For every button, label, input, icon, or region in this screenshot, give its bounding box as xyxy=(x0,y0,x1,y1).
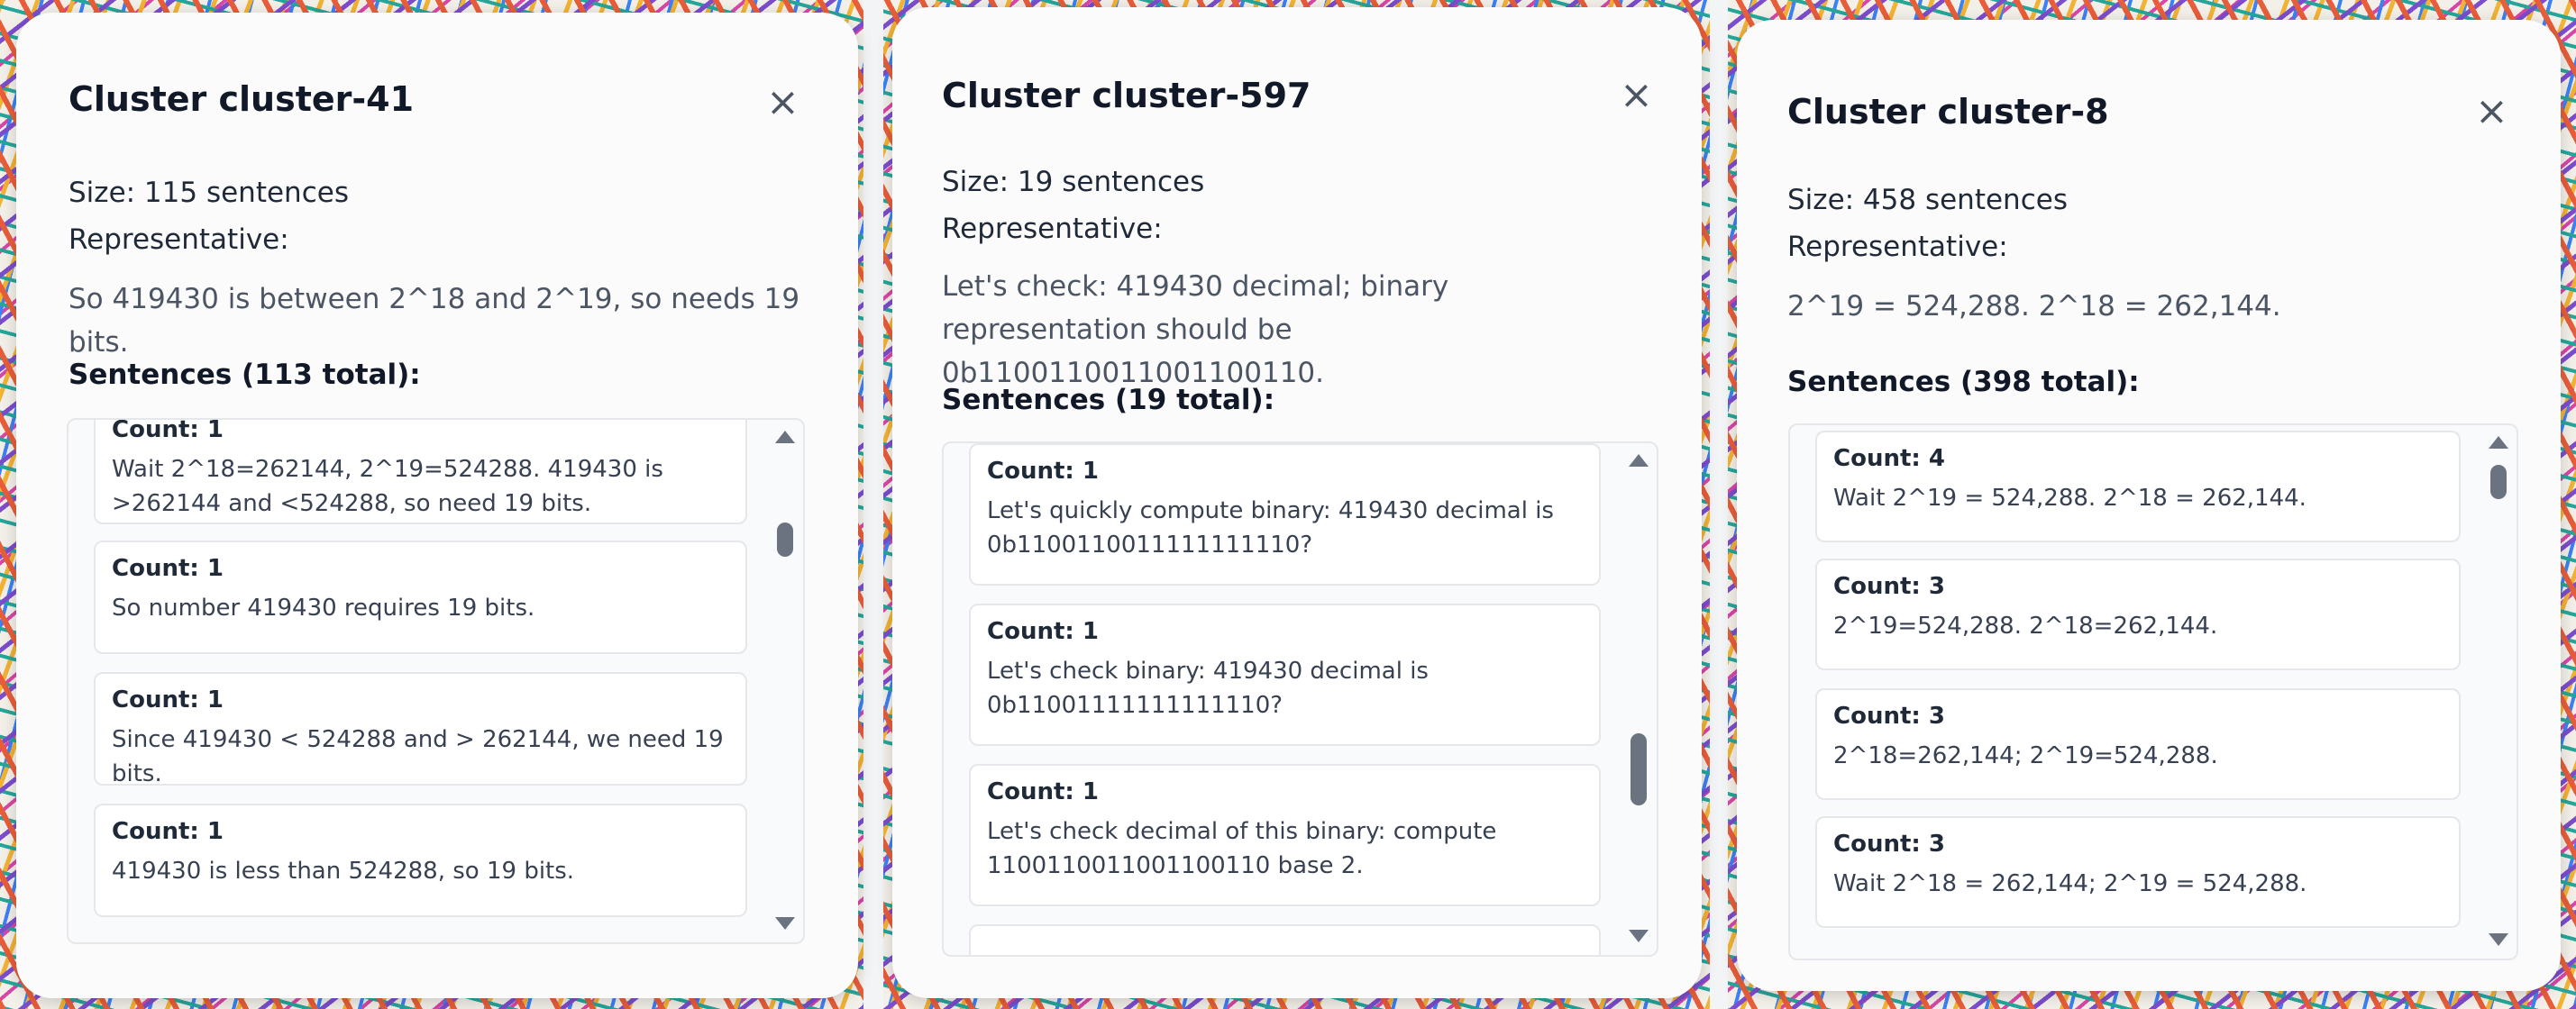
screenshot-divider xyxy=(863,0,883,1009)
sentence-card: Count: 1 Let's check binary: 419430 deci… xyxy=(969,604,1601,746)
cluster-panel: Cluster cluster-41 × Size: 115 sentences… xyxy=(16,13,858,998)
sentences-title: Sentences (19 total): xyxy=(942,384,1275,416)
sentence-count: Count: 1 xyxy=(987,778,1099,805)
scroll-up-arrow[interactable] xyxy=(775,431,795,443)
representative-label: Representative: xyxy=(69,223,289,256)
close-icon[interactable]: × xyxy=(766,83,799,123)
sentence-card: Count: 3 2^18=262,144; 2^19=524,288. xyxy=(1815,688,2461,800)
scroll-down-arrow[interactable] xyxy=(1629,930,1649,942)
representative-label: Representative: xyxy=(1787,231,2008,263)
scrollbar-thumb[interactable] xyxy=(1631,733,1647,805)
sentence-count: Count: 1 xyxy=(112,818,224,845)
panel-title: Cluster cluster-8 xyxy=(1787,92,2109,132)
cluster-size: Size: 115 sentences xyxy=(69,177,349,209)
sentence-count: Count: 1 xyxy=(987,458,1099,485)
screenshot-divider xyxy=(1710,0,1728,1009)
sentence-card: Count: 4 Wait 2^19 = 524,288. 2^18 = 262… xyxy=(1815,431,2461,542)
sentence-card: Count: 1 So number 419430 requires 19 bi… xyxy=(94,541,747,654)
cluster-size: Size: 458 sentences xyxy=(1787,184,2068,216)
representative-text: 2^19 = 524,288. 2^18 = 262,144. xyxy=(1787,290,2281,323)
sentence-count: Count: 1 xyxy=(112,555,224,582)
sentence-count: Count: 1 xyxy=(112,686,224,714)
sentence-text: Let's check decimal of this binary: comp… xyxy=(987,818,1497,879)
sentence-text: 2^18=262,144; 2^19=524,288. xyxy=(1833,742,2218,769)
sentences-list[interactable]: Count: 4 Wait 2^19 = 524,288. 2^18 = 262… xyxy=(1788,423,2518,960)
sentence-count: Count: 3 xyxy=(1833,831,1945,858)
sentence-card: Count: 1 Let's quickly compute binary: 4… xyxy=(969,443,1601,586)
sentences-list[interactable]: Count: 1 Wait 2^18=262144, 2^19=524288. … xyxy=(67,418,805,944)
close-icon[interactable]: × xyxy=(1620,76,1653,115)
sentence-text: Wait 2^18 = 262,144; 2^19 = 524,288. xyxy=(1833,870,2307,897)
sentence-text: Let's check binary: 419430 decimal is 0b… xyxy=(987,658,1429,719)
scroll-up-arrow[interactable] xyxy=(1629,454,1649,467)
scroll-up-arrow[interactable] xyxy=(2489,436,2508,449)
cluster-panel: Cluster cluster-597 × Size: 19 sentences… xyxy=(892,7,1702,998)
sentence-count: Count: 1 xyxy=(987,618,1099,645)
representative-label: Representative: xyxy=(942,213,1163,245)
cluster-panel: Cluster cluster-8 × Size: 458 sentences … xyxy=(1737,20,2561,991)
sentences-title: Sentences (113 total): xyxy=(69,359,421,391)
sentence-count: Count: 3 xyxy=(1833,703,1945,730)
sentence-card: Count: 3 Wait 2^18 = 262,144; 2^19 = 524… xyxy=(1815,816,2461,928)
sentence-card xyxy=(969,924,1601,955)
sentence-card: Count: 3 2^19=524,288. 2^18=262,144. xyxy=(1815,559,2461,670)
representative-text: Let's check: 419430 decimal; binary repr… xyxy=(942,270,1449,389)
panel-title: Cluster cluster-597 xyxy=(942,76,1311,115)
cluster-size: Size: 19 sentences xyxy=(942,166,1205,198)
sentence-text: Wait 2^18=262144, 2^19=524288. 419430 is… xyxy=(112,456,663,517)
sentences-list[interactable]: Count: 1 Let's quickly compute binary: 4… xyxy=(942,441,1658,957)
sentence-text: 419430 is less than 524288, so 19 bits. xyxy=(112,858,575,885)
sentence-text: Since 419430 < 524288 and > 262144, we n… xyxy=(112,726,724,787)
close-icon[interactable]: × xyxy=(2475,92,2508,132)
panel-title: Cluster cluster-41 xyxy=(69,79,415,119)
sentence-card: Count: 1 419430 is less than 524288, so … xyxy=(94,804,747,917)
scroll-down-arrow[interactable] xyxy=(2489,933,2508,946)
representative-text: So 419430 is between 2^18 and 2^19, so n… xyxy=(69,283,800,359)
sentence-text: 2^19=524,288. 2^18=262,144. xyxy=(1833,613,2218,640)
sentence-card: Count: 1 Since 419430 < 524288 and > 262… xyxy=(94,672,747,787)
scrollbar-thumb[interactable] xyxy=(777,523,793,557)
scrollbar-thumb[interactable] xyxy=(2490,465,2507,499)
sentence-count: Count: 4 xyxy=(1833,445,1945,472)
sentences-title: Sentences (398 total): xyxy=(1787,366,2140,398)
sentence-count: Count: 3 xyxy=(1833,573,1945,600)
sentence-card: Count: 1 Let's check decimal of this bin… xyxy=(969,764,1601,906)
sentence-card: Count: 1 Wait 2^18=262144, 2^19=524288. … xyxy=(94,418,747,524)
sentence-count: Count: 1 xyxy=(112,418,224,443)
sentence-text: Wait 2^19 = 524,288. 2^18 = 262,144. xyxy=(1833,485,2307,512)
scroll-down-arrow[interactable] xyxy=(775,917,795,930)
sentence-text: Let's quickly compute binary: 419430 dec… xyxy=(987,497,1554,559)
sentence-text: So number 419430 requires 19 bits. xyxy=(112,595,535,622)
